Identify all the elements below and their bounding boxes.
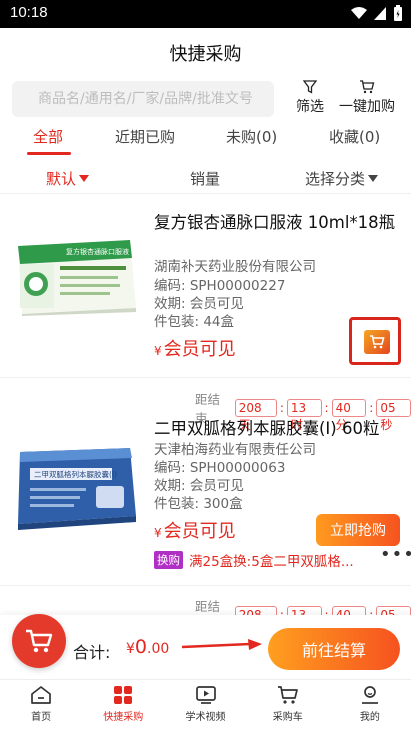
product-code: 编码: SPH00000063 — [154, 460, 286, 476]
cart-icon — [26, 629, 53, 653]
sort-default-label: 默认 — [46, 170, 77, 188]
total-amount: ¥0.00 — [126, 636, 169, 658]
product-manufacturer: 湖南补天药业股份有限公司 — [154, 259, 316, 275]
tabbar-label: 快捷采购 — [103, 712, 144, 723]
product-box-text: 二甲双胍格列本脲胶囊(I) — [34, 469, 117, 479]
tabbar-item-cart[interactable]: 采购车 — [247, 680, 329, 731]
tab-favorites[interactable]: 收藏(0) — [329, 126, 380, 147]
product-box-text: 复方银杏通脉口服液 — [66, 247, 129, 256]
price-symbol: ¥ — [154, 526, 162, 540]
price-symbol: ¥ — [154, 344, 162, 358]
sort-sales[interactable]: 销量 — [190, 168, 220, 189]
product-name[interactable]: 复方银杏通脉口服液 10ml*18瓶 — [154, 211, 404, 235]
filter-tabs: 全部 近期已购 未购(0) 收藏(0) — [0, 122, 411, 154]
countdown-minutes: 40分 — [331, 399, 367, 432]
tabbar-label: 首页 — [31, 712, 52, 723]
sort-sales-label: 销量 — [190, 170, 221, 188]
status-bar: 10:18 — [0, 0, 411, 28]
tabbar-item-video[interactable]: 学术视频 — [164, 680, 246, 731]
add-to-cart-button[interactable] — [349, 317, 401, 365]
divider — [0, 585, 411, 586]
grid-icon — [114, 686, 133, 704]
price-value: 会员可见 — [163, 339, 236, 360]
buy-now-button[interactable]: 立即抢购 — [316, 514, 400, 546]
status-icons — [351, 5, 403, 22]
divider — [0, 377, 411, 378]
tabbar-item-home[interactable]: 首页 — [0, 680, 82, 731]
video-icon — [195, 686, 216, 704]
promo-row[interactable]: 换购 满25盒换:5盒二甲双胍格... — [154, 550, 354, 570]
total-label: 合计: — [73, 643, 111, 662]
tabbar-label: 学术视频 — [185, 712, 226, 723]
checkout-button[interactable]: 前往结算 — [268, 628, 400, 670]
sort-default[interactable]: 默认 — [46, 168, 90, 189]
price-value: 会员可见 — [163, 521, 236, 542]
home-icon — [31, 686, 51, 704]
product-validity: 效期: 会员可见 — [154, 296, 244, 312]
product-manufacturer: 天津柏海药业有限责任公司 — [154, 442, 316, 458]
wifi-icon — [351, 7, 367, 19]
product-package: 件包装: 300盒 — [154, 496, 243, 512]
countdown-days: 208天 — [234, 399, 277, 432]
tab-all[interactable]: 全部 — [33, 126, 63, 147]
product-price: ¥ 会员可见 — [154, 335, 236, 361]
signal-icon — [374, 7, 386, 20]
tabbar-label: 采购车 — [272, 712, 303, 723]
filter-icon — [303, 80, 317, 94]
product-code: 编码: SPH00000227 — [154, 278, 286, 294]
arrow-annotation-icon — [182, 639, 262, 650]
tabbar-label: 我的 — [359, 712, 380, 723]
filter-button[interactable]: 筛选 — [296, 80, 324, 116]
bottom-tab-bar: 首页 快捷采购 学术视频 采购车 我的 — [0, 679, 411, 731]
cart-button[interactable] — [12, 614, 66, 668]
tab-not-purchased[interactable]: 未购(0) — [226, 126, 277, 147]
cart-plus-icon — [360, 80, 375, 94]
product-name[interactable]: 二甲双胍格列本脲胶囊(I) 60粒 — [154, 417, 404, 441]
cart-icon — [364, 330, 390, 354]
countdown-seconds: 05秒 — [376, 399, 411, 432]
promo-text: 满25盒换:5盒二甲双胍格... — [189, 554, 354, 570]
product-price: ¥ 会员可见 — [154, 517, 236, 543]
product-image[interactable]: 复方银杏通脉口服液 — [14, 236, 138, 316]
total-symbol: ¥ — [126, 641, 135, 657]
total-dec: .00 — [147, 641, 170, 657]
sort-category-label: 选择分类 — [305, 170, 366, 188]
sort-bar: 默认 销量 选择分类 — [0, 160, 411, 194]
search-box[interactable] — [12, 81, 274, 117]
more-button[interactable]: ••• — [380, 544, 411, 565]
filter-label: 筛选 — [296, 99, 324, 115]
sort-category[interactable]: 选择分类 — [305, 168, 379, 189]
tabbar-item-quick-purchase[interactable]: 快捷采购 — [82, 680, 164, 731]
total-int: 0 — [134, 636, 148, 658]
one-click-add-button[interactable]: 一键加购 — [339, 80, 395, 116]
battery-icon — [394, 5, 402, 21]
caret-down-icon — [368, 175, 379, 182]
search-input[interactable] — [12, 81, 274, 117]
promo-badge: 换购 — [154, 551, 183, 569]
user-icon — [361, 686, 378, 704]
product-validity: 效期: 会员可见 — [154, 478, 244, 494]
cart-icon — [277, 686, 298, 704]
countdown-hours: 13时 — [286, 399, 322, 432]
one-click-label: 一键加购 — [339, 99, 395, 115]
product-package: 件包装: 44盒 — [154, 314, 235, 330]
tab-recent[interactable]: 近期已购 — [115, 126, 175, 147]
product-image[interactable]: 二甲双胍格列本脲胶囊(I) — [14, 444, 138, 530]
page-title: 快捷采购 — [169, 44, 242, 65]
tabbar-item-profile[interactable]: 我的 — [329, 680, 411, 731]
active-tab-indicator — [27, 152, 71, 155]
caret-down-icon — [79, 175, 90, 182]
status-time: 10:18 — [10, 4, 48, 21]
